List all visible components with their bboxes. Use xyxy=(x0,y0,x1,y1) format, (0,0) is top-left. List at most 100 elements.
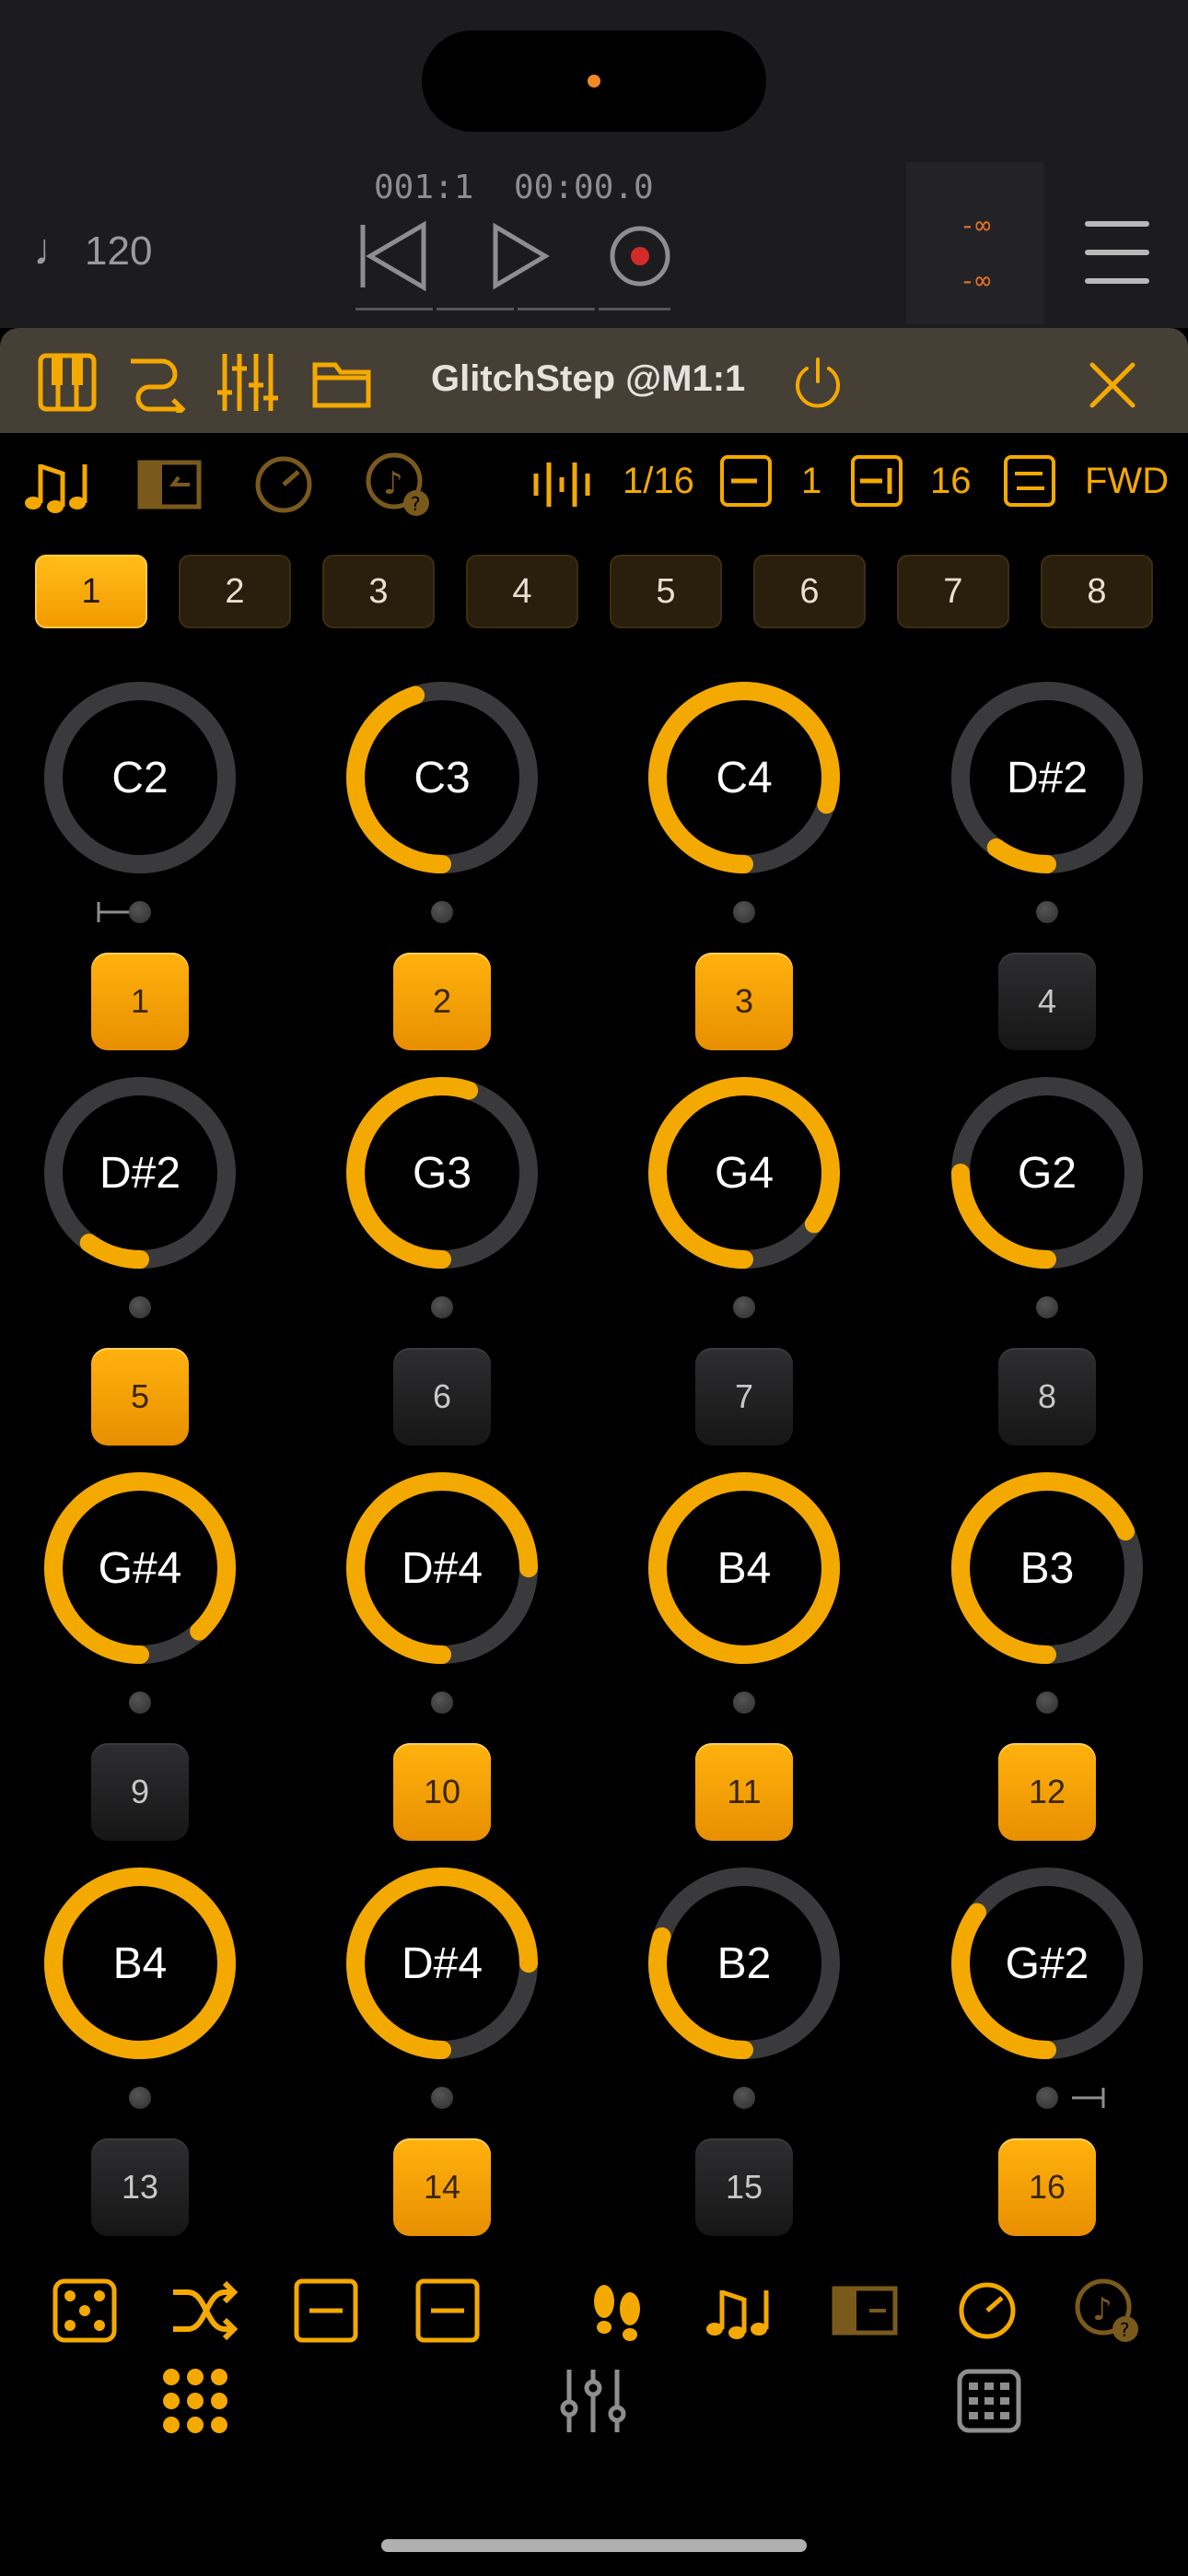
notes-icon[interactable] xyxy=(702,2276,772,2346)
plugin-header: GlitchStep @M1:1 xyxy=(0,328,1188,433)
rewind-button[interactable] xyxy=(355,217,435,295)
play-icon xyxy=(493,222,550,290)
step-toggle-13[interactable]: 13 xyxy=(91,2138,189,2236)
step-indicator-led xyxy=(129,1692,151,1714)
svg-text:?: ? xyxy=(1120,2319,1130,2341)
randomize-icon[interactable] xyxy=(50,2276,120,2346)
start-step-icon[interactable] xyxy=(720,455,772,507)
pattern-button-4[interactable]: 4 xyxy=(466,555,578,628)
pattern-button-8[interactable]: 8 xyxy=(1041,555,1153,628)
step-toggle-14[interactable]: 14 xyxy=(393,2138,491,2236)
power-button[interactable] xyxy=(790,356,845,411)
start-step-value[interactable]: 1 xyxy=(801,461,821,502)
step-toggle-4[interactable]: 4 xyxy=(998,953,1096,1050)
step-toggle-16[interactable]: 16 xyxy=(998,2138,1096,2236)
step-note-label: C2 xyxy=(111,753,169,802)
step-toggle-1[interactable]: 1 xyxy=(91,953,189,1050)
step-toggle-8[interactable]: 8 xyxy=(998,1348,1096,1446)
step-indicator-led xyxy=(1036,2087,1058,2109)
direction-value[interactable]: FWD xyxy=(1085,461,1169,502)
step-indicator-led xyxy=(431,1692,453,1714)
step-note-label: C4 xyxy=(716,753,773,802)
mixer-icon[interactable] xyxy=(217,352,278,413)
pattern-button-1[interactable]: 1 xyxy=(35,555,147,628)
pattern-button-2[interactable]: 2 xyxy=(179,555,291,628)
home-indicator[interactable] xyxy=(381,2539,807,2552)
tempo-value: 120 xyxy=(85,228,153,274)
shift-right-icon[interactable] xyxy=(413,2276,483,2346)
svg-text:?: ? xyxy=(411,493,421,515)
step-toggle-6[interactable]: 6 xyxy=(393,1348,491,1446)
pad-grid-icon[interactable] xyxy=(160,2366,230,2436)
step-division-icon[interactable] xyxy=(530,451,597,518)
footsteps-icon[interactable] xyxy=(582,2276,652,2346)
shuffle-icon[interactable] xyxy=(169,2276,239,2346)
step-indicator-led xyxy=(431,1296,453,1318)
speed-dial-icon[interactable] xyxy=(952,2276,1022,2346)
end-step-icon[interactable] xyxy=(851,455,903,507)
step-indicator-led xyxy=(733,901,755,923)
panel-in-icon[interactable] xyxy=(831,2276,901,2346)
step-indicator-led xyxy=(733,1296,755,1318)
step-indicator-led xyxy=(431,901,453,923)
step-note-label: D#4 xyxy=(401,1543,483,1593)
transport-divider xyxy=(518,308,595,310)
step-note-label: B2 xyxy=(716,1938,772,1988)
mixer-sliders-icon[interactable] xyxy=(558,2366,628,2436)
routing-icon[interactable] xyxy=(125,352,186,413)
step-toggle-7[interactable]: 7 xyxy=(695,1348,793,1446)
division-value[interactable]: 1/16 xyxy=(623,461,694,502)
keyboard-icon[interactable] xyxy=(37,352,98,413)
menu-button[interactable] xyxy=(1085,219,1149,286)
transport-bar: ♩ 120 001:1 00:00.0 -∞ -∞ xyxy=(0,0,1188,328)
notes-icon[interactable] xyxy=(22,451,88,518)
transport-divider xyxy=(355,308,433,310)
step-indicator-led xyxy=(129,2087,151,2109)
keypad-grid-icon[interactable] xyxy=(954,2366,1024,2436)
close-button[interactable] xyxy=(1087,359,1138,411)
step-note-label: G3 xyxy=(412,1148,472,1198)
play-button[interactable] xyxy=(481,217,560,295)
panel-in-icon[interactable] xyxy=(136,451,203,518)
step-indicator-led xyxy=(431,2087,453,2109)
note-help-icon[interactable]: ♪ ? xyxy=(365,451,431,518)
step-indicator-led xyxy=(129,1296,151,1318)
svg-text:♪: ♪ xyxy=(383,465,403,502)
position-bars: 001:1 xyxy=(374,169,474,206)
step-toggle-5[interactable]: 5 xyxy=(91,1348,189,1446)
pattern-button-7[interactable]: 7 xyxy=(897,555,1009,628)
level-meter[interactable]: -∞ -∞ xyxy=(906,162,1044,324)
start-marker-icon xyxy=(97,902,129,922)
step-toggle-3[interactable]: 3 xyxy=(695,953,793,1050)
step-indicator-led xyxy=(733,2087,755,2109)
step-toggle-10[interactable]: 10 xyxy=(393,1743,491,1841)
speed-dial-icon[interactable] xyxy=(250,451,317,518)
end-step-value[interactable]: 16 xyxy=(930,461,972,502)
step-toggle-2[interactable]: 2 xyxy=(393,953,491,1050)
pattern-button-5[interactable]: 5 xyxy=(610,555,722,628)
step-note-label: G2 xyxy=(1017,1148,1077,1198)
shift-left-icon[interactable] xyxy=(291,2276,361,2346)
step-toggle-9[interactable]: 9 xyxy=(91,1743,189,1841)
step-indicator-led xyxy=(1036,1296,1058,1318)
step-note-label: D#2 xyxy=(1006,753,1089,802)
folder-icon[interactable] xyxy=(311,352,372,413)
transport-divider xyxy=(437,308,514,310)
skip-back-icon xyxy=(360,220,426,292)
position-time: 00:00.0 xyxy=(514,169,654,206)
tempo-display[interactable]: ♩ 120 xyxy=(33,225,152,275)
step-note-label: B4 xyxy=(716,1543,772,1593)
note-help-icon[interactable]: ♪ ? xyxy=(1072,2276,1142,2346)
step-toggle-11[interactable]: 11 xyxy=(695,1743,793,1841)
direction-icon[interactable] xyxy=(1004,455,1055,507)
pattern-button-3[interactable]: 3 xyxy=(322,555,435,628)
step-toggle-12[interactable]: 12 xyxy=(998,1743,1096,1841)
step-indicator-led xyxy=(1036,901,1058,923)
pattern-button-6[interactable]: 6 xyxy=(753,555,866,628)
step-note-label: B4 xyxy=(112,1938,168,1988)
step-toggle-15[interactable]: 15 xyxy=(695,2138,793,2236)
step-note-label: B3 xyxy=(1019,1543,1075,1593)
dynamic-island xyxy=(422,30,766,132)
step-note-label: D#2 xyxy=(99,1148,181,1198)
record-button[interactable] xyxy=(600,217,680,295)
